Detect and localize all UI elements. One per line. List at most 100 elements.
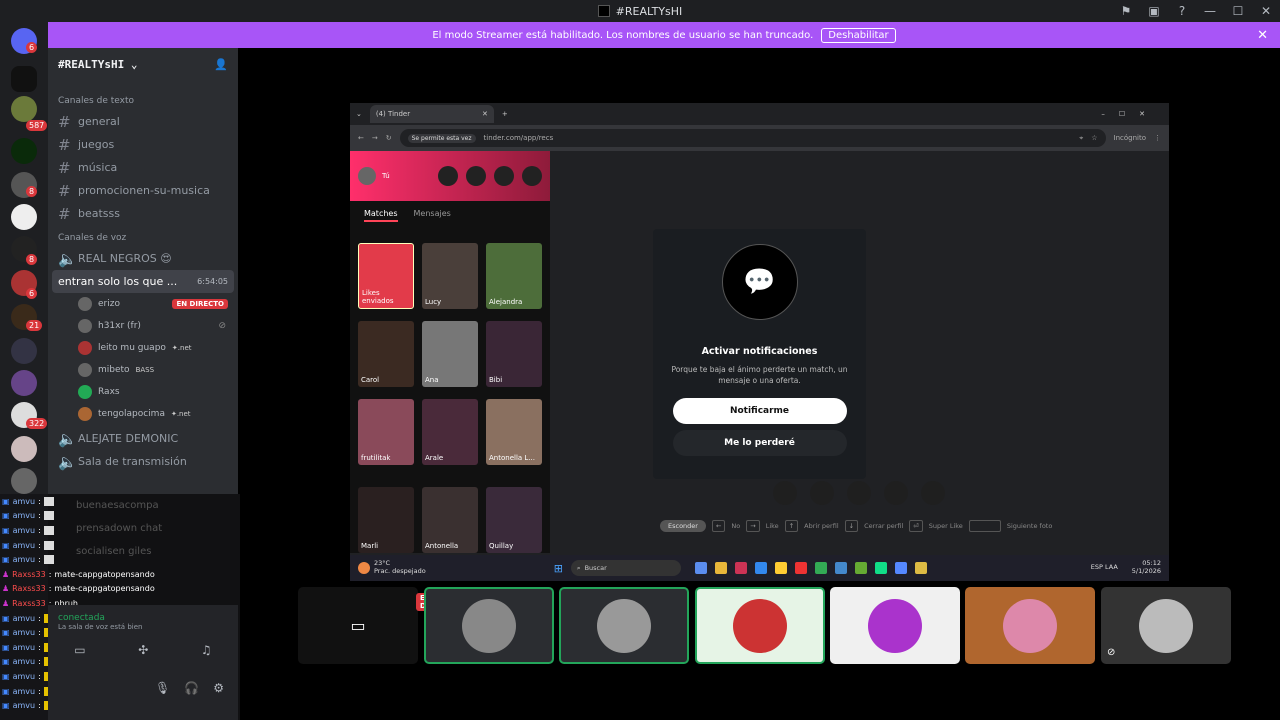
- help-icon[interactable]: ?: [1168, 4, 1196, 18]
- briefcase-icon[interactable]: [494, 166, 514, 186]
- hide-button[interactable]: Esconder: [660, 520, 706, 532]
- text-category[interactable]: Canales de texto: [48, 96, 238, 106]
- super-like-icon[interactable]: [847, 481, 871, 505]
- screen-share-icon[interactable]: ▣: [1140, 4, 1168, 18]
- channel-juegos[interactable]: # juegos: [48, 133, 238, 156]
- disable-streamer-button[interactable]: Deshabilitar: [821, 27, 896, 43]
- match-card[interactable]: Antonella L...: [486, 399, 542, 465]
- channel-promocionen[interactable]: # promocionen-su-musica: [48, 179, 238, 202]
- browser-tab[interactable]: (4) Tinder ✕: [369, 105, 494, 123]
- shield-icon[interactable]: [522, 166, 542, 186]
- match-card[interactable]: Lucy: [422, 243, 478, 309]
- clock[interactable]: 05:12 5/1/2026: [1132, 559, 1161, 576]
- match-card[interactable]: frutilitak: [358, 399, 414, 465]
- like-icon[interactable]: [884, 481, 908, 505]
- channel-musica[interactable]: # música: [48, 156, 238, 179]
- match-card[interactable]: Quillay: [486, 487, 542, 553]
- app-icon[interactable]: [774, 562, 787, 574]
- tab-messages[interactable]: Mensajes: [414, 209, 451, 222]
- voice-user[interactable]: tengolapocima ✦.net: [48, 403, 238, 425]
- folder-icon[interactable]: [714, 562, 727, 574]
- notify-me-button[interactable]: Notificarme: [672, 398, 847, 424]
- app-icon[interactable]: [794, 562, 807, 574]
- language-indicator[interactable]: ESP LAA: [1091, 563, 1118, 572]
- match-card[interactable]: Antonella: [422, 487, 478, 553]
- voice-user[interactable]: h31xr (fr) ⊘: [48, 315, 238, 337]
- kebab-menu-icon[interactable]: ⋮: [1154, 134, 1161, 142]
- voice-channel-real-negros[interactable]: 🔈 REAL NEGROS 😍: [48, 247, 238, 270]
- tile-participant[interactable]: [695, 587, 825, 664]
- explore-icon[interactable]: [466, 166, 486, 186]
- chrome-icon[interactable]: [914, 562, 927, 574]
- location-icon[interactable]: ⌖: [1079, 134, 1083, 143]
- back-icon[interactable]: ←: [358, 134, 364, 142]
- voice-channel-alejate[interactable]: 🔈 ALEJATE DEMONIC: [48, 427, 238, 450]
- voice-channel-active[interactable]: entran solo los que ... 6:54:05: [52, 270, 234, 293]
- server-icon[interactable]: [11, 338, 37, 364]
- tile-participant[interactable]: [424, 587, 554, 664]
- tile-participant[interactable]: ⊘: [1101, 587, 1231, 664]
- tile-participant[interactable]: [965, 587, 1095, 664]
- camera-icon[interactable]: ▭: [74, 643, 85, 657]
- app-icon[interactable]: [874, 562, 887, 574]
- server-icon-eno[interactable]: [11, 204, 37, 230]
- address-bar[interactable]: Se permite esta vez tinder.com/app/recs …: [399, 129, 1106, 147]
- star-icon[interactable]: ☆: [1091, 134, 1097, 142]
- server-icon-realty[interactable]: [11, 66, 37, 92]
- mic-icon[interactable]: 🎙: [155, 681, 170, 695]
- discord-icon[interactable]: [894, 562, 907, 574]
- taskbar-search[interactable]: ⌕ Buscar: [570, 560, 681, 576]
- match-card[interactable]: Bibi: [486, 321, 542, 387]
- maximize-button[interactable]: ☐: [1224, 4, 1252, 18]
- close-button[interactable]: ✕: [1252, 4, 1280, 18]
- server-icon[interactable]: [11, 370, 37, 396]
- headphones-icon[interactable]: 🎧: [184, 681, 199, 695]
- match-card[interactable]: Ana: [422, 321, 478, 387]
- tab-matches[interactable]: Matches: [364, 209, 398, 222]
- app-icon[interactable]: [734, 562, 747, 574]
- match-card[interactable]: Arale: [422, 399, 478, 465]
- voice-category[interactable]: Canales de voz: [48, 233, 238, 243]
- tile-stream[interactable]: EN DIRECTO ▭: [298, 587, 459, 664]
- new-tab-icon[interactable]: +: [502, 110, 508, 118]
- weather-widget[interactable]: 23°C Prac. despejado: [374, 559, 426, 576]
- settings-icon[interactable]: ⚙: [213, 681, 224, 695]
- windows-start-icon[interactable]: ⊞: [554, 562, 563, 575]
- incognito-label[interactable]: Incógnito: [1114, 134, 1146, 142]
- miss-out-button[interactable]: Me lo perderé: [672, 430, 847, 456]
- edge-icon[interactable]: [754, 562, 767, 574]
- server-header[interactable]: #REALTYsHI ⌄ 👤: [48, 48, 238, 80]
- server-icon[interactable]: [11, 96, 37, 122]
- forward-icon[interactable]: →: [372, 134, 378, 142]
- voice-user[interactable]: mibeto BASS: [48, 359, 238, 381]
- server-icon[interactable]: [11, 468, 37, 494]
- permission-chip[interactable]: Se permite esta vez: [407, 133, 476, 143]
- voice-user[interactable]: leito mu guapo ✦.net: [48, 337, 238, 359]
- nope-icon[interactable]: [810, 481, 834, 505]
- avatar[interactable]: [358, 167, 376, 185]
- add-member-icon[interactable]: 👤: [214, 58, 228, 71]
- tab-menu-icon[interactable]: ⌄: [356, 110, 362, 118]
- close-tab-icon[interactable]: ✕: [482, 110, 488, 118]
- channel-general[interactable]: # general: [48, 110, 238, 133]
- tile-participant[interactable]: [559, 587, 689, 664]
- server-icon[interactable]: [11, 436, 37, 462]
- app-icon[interactable]: [834, 562, 847, 574]
- match-card[interactable]: Alejandra: [486, 243, 542, 309]
- voice-user[interactable]: Raxs: [48, 381, 238, 403]
- match-card[interactable]: Carol: [358, 321, 414, 387]
- likes-sent-card[interactable]: Likes enviados: [358, 243, 414, 309]
- app-icon[interactable]: [694, 562, 707, 574]
- server-icon-chicken[interactable]: [11, 138, 37, 164]
- match-card[interactable]: Marli: [358, 487, 414, 553]
- soundboard-icon[interactable]: ♫: [201, 643, 212, 657]
- app-icon[interactable]: [814, 562, 827, 574]
- channel-beatsss[interactable]: # beatsss: [48, 202, 238, 225]
- boost-icon[interactable]: [921, 481, 945, 505]
- boost-icon[interactable]: [438, 166, 458, 186]
- minimize-button[interactable]: —: [1196, 4, 1224, 18]
- app-icon[interactable]: [854, 562, 867, 574]
- rewind-icon[interactable]: [773, 481, 797, 505]
- reload-icon[interactable]: ↻: [386, 134, 392, 142]
- activity-icon[interactable]: ✣: [138, 643, 148, 657]
